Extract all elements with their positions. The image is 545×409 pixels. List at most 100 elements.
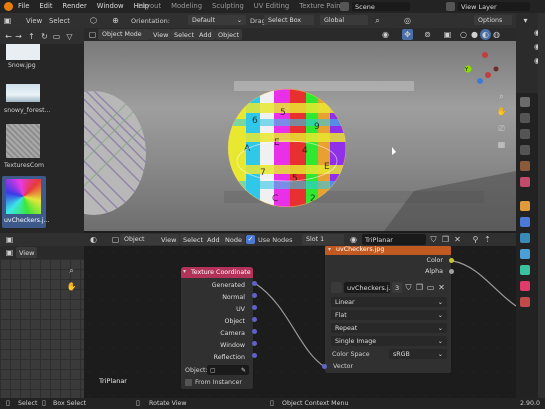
- socket-reflection[interactable]: [252, 353, 257, 358]
- fake-user-shield-icon[interactable]: ⛉: [428, 234, 439, 245]
- constraints-properties-icon[interactable]: [520, 265, 530, 275]
- scene-field[interactable]: Scene: [352, 2, 410, 11]
- object-properties-icon[interactable]: [520, 201, 530, 211]
- slot-dropdown[interactable]: Slot 1: [302, 234, 344, 245]
- source-dropdown[interactable]: Single Image ⌄: [331, 336, 447, 346]
- socket-generated[interactable]: [252, 281, 257, 286]
- unlink-icon[interactable]: ✕: [436, 282, 447, 293]
- collapse-arrow-icon[interactable]: ▾: [328, 246, 331, 253]
- tool-properties-icon[interactable]: [520, 97, 530, 107]
- viewport-object-menu[interactable]: Object: [215, 29, 243, 40]
- physics-properties-icon[interactable]: [520, 249, 530, 259]
- file-item-snowy-forest[interactable]: snowy_forest...: [4, 84, 50, 118]
- node-node-menu[interactable]: Node: [222, 234, 245, 245]
- refresh-icon[interactable]: ↻: [39, 31, 50, 42]
- socket-camera[interactable]: [252, 329, 257, 334]
- object-mode-dropdown[interactable]: Object Mode: [98, 29, 150, 40]
- image-browse-icon[interactable]: [331, 282, 342, 293]
- material-name-field[interactable]: TriPlanar: [362, 234, 426, 245]
- scene-properties-icon[interactable]: [520, 161, 530, 171]
- tab-sculpting[interactable]: Sculpting: [212, 2, 244, 10]
- editor-type-icon[interactable]: ▣: [4, 234, 15, 245]
- open-folder-icon[interactable]: ▭: [425, 282, 436, 293]
- image-view-menu[interactable]: View: [16, 247, 38, 258]
- xray-icon[interactable]: ▣: [442, 29, 453, 40]
- socket-uv[interactable]: [252, 305, 257, 310]
- viewport-select-menu[interactable]: Select: [171, 29, 198, 40]
- image-texture-node[interactable]: ▾ uvCheckers.jpg Color Alpha uvCheckers.…: [324, 246, 452, 374]
- projection-dropdown[interactable]: Flat ⌄: [331, 310, 447, 320]
- forward-arrow-icon[interactable]: →: [13, 31, 24, 42]
- transform-pivot-icon[interactable]: ⊕: [110, 15, 121, 26]
- socket-object[interactable]: [252, 317, 257, 322]
- pan-hand-icon[interactable]: ✋: [496, 106, 507, 117]
- view-layer-field[interactable]: View Layer: [458, 2, 530, 11]
- socket-alpha[interactable]: [449, 269, 454, 274]
- from-instancer-checkbox[interactable]: [185, 379, 192, 386]
- blender-logo-icon[interactable]: [4, 2, 13, 11]
- scene-icon[interactable]: [340, 2, 349, 11]
- render-properties-icon[interactable]: [520, 113, 530, 123]
- file-item-uvcheckers[interactable]: uvCheckers.j...: [2, 176, 50, 228]
- color-space-dropdown[interactable]: sRGB ⌄: [389, 349, 447, 359]
- tab-layout[interactable]: Layout: [138, 2, 161, 10]
- image-users-count[interactable]: 3: [392, 282, 403, 293]
- modifier-properties-icon[interactable]: [520, 217, 530, 227]
- viewport-view-menu[interactable]: View: [150, 29, 172, 40]
- node-view-menu[interactable]: View: [158, 234, 180, 245]
- perspective-grid-icon[interactable]: ▦: [496, 139, 507, 150]
- zoom-icon[interactable]: ⌕: [66, 265, 77, 276]
- editor-type-icon[interactable]: ▣: [4, 247, 15, 258]
- menu-render[interactable]: Render: [63, 2, 87, 10]
- node-canvas[interactable]: ▾ Texture Coordinate Generated Normal UV…: [84, 246, 516, 398]
- navigation-gizmo[interactable]: [464, 52, 499, 84]
- interpolation-dropdown[interactable]: Linear ⌄: [331, 297, 447, 307]
- parent-node-tree-icon[interactable]: ⇡: [482, 234, 493, 245]
- parent-dir-icon[interactable]: ↑: [26, 31, 37, 42]
- file-item-texturescom[interactable]: TexturesCom: [4, 124, 50, 174]
- socket-vector[interactable]: [322, 364, 327, 369]
- viewport-add-menu[interactable]: Add: [196, 29, 215, 40]
- image-grid[interactable]: ⌕ ✋: [0, 259, 84, 398]
- output-properties-icon[interactable]: [520, 129, 530, 139]
- visibility-icon[interactable]: ◉: [380, 29, 391, 40]
- tab-texture-paint[interactable]: Texture Paint: [299, 2, 343, 10]
- use-nodes-checkbox[interactable]: ✓: [246, 235, 255, 244]
- viewport-type-icon[interactable]: ⬡: [88, 15, 99, 26]
- outliner-filter-icon[interactable]: ▾: [520, 15, 531, 26]
- tab-modeling[interactable]: Modeling: [171, 2, 202, 10]
- node-select-menu[interactable]: Select: [180, 234, 207, 245]
- menu-file[interactable]: File: [18, 2, 29, 10]
- snap-icon[interactable]: ⌕: [372, 15, 383, 26]
- material-properties-icon[interactable]: [520, 297, 530, 307]
- particles-properties-icon[interactable]: [520, 233, 530, 243]
- rendered-shading-icon[interactable]: ◍: [491, 29, 502, 40]
- menu-edit[interactable]: Edit: [39, 2, 52, 10]
- view-layer-icon[interactable]: [446, 2, 455, 11]
- material-sphere-icon[interactable]: ◉: [348, 234, 359, 245]
- viewport-canvas[interactable]: 659 AE4 75E 2C Y ⌕ ✋ ⎚ ▦: [84, 41, 516, 231]
- camera-view-icon[interactable]: ⎚: [496, 123, 507, 134]
- mode-icon[interactable]: ▢: [87, 29, 98, 40]
- gizmo-toggle-icon[interactable]: ✥: [402, 29, 413, 40]
- world-properties-icon[interactable]: [520, 177, 530, 187]
- file-item-snow[interactable]: Snow.jpg: [4, 44, 44, 72]
- zoom-icon[interactable]: ⌕: [496, 91, 507, 102]
- folder-icon[interactable]: ▭: [51, 31, 62, 42]
- drag-dropdown[interactable]: Select Box: [264, 15, 314, 25]
- overlay-icon[interactable]: ⊚: [422, 29, 433, 40]
- extension-dropdown[interactable]: Repeat ⌄: [331, 323, 447, 333]
- copy-material-icon[interactable]: ❐: [440, 234, 451, 245]
- node-object-dropdown[interactable]: Object: [120, 234, 162, 245]
- menu-window[interactable]: Window: [97, 2, 124, 10]
- collapse-arrow-icon[interactable]: ▾: [183, 268, 186, 275]
- file-view-menu[interactable]: View: [26, 17, 42, 25]
- data-properties-icon[interactable]: [520, 281, 530, 291]
- proportional-edit-icon[interactable]: ◎: [402, 15, 413, 26]
- socket-color[interactable]: [449, 258, 454, 263]
- unlink-icon[interactable]: ✕: [452, 234, 463, 245]
- node-editor-type-icon[interactable]: ◐: [88, 234, 99, 245]
- solid-shading-icon[interactable]: ●: [469, 29, 480, 40]
- socket-normal[interactable]: [252, 293, 257, 298]
- pin-icon[interactable]: ⚲: [470, 234, 481, 245]
